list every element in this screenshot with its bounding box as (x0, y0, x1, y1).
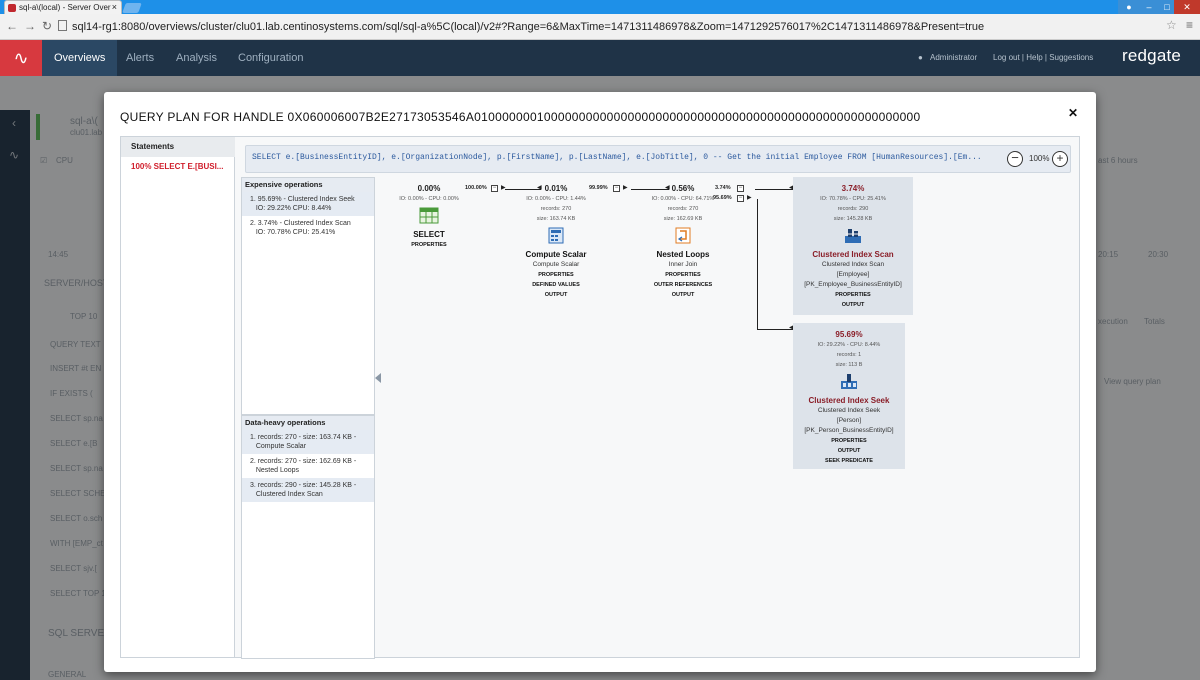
properties-link[interactable]: PROPERTIES (511, 270, 601, 280)
modal-content: Statements 100% SELECT E.[BUSI... SELECT… (120, 136, 1080, 659)
close-window-button[interactable]: ✕ (1174, 0, 1200, 14)
url-field[interactable]: sql14-rg1:8080/overviews/cluster/clu01.l… (58, 18, 1158, 36)
defined-values-link[interactable]: DEFINED VALUES (511, 280, 601, 290)
query-text: SELECT e.[BusinessEntityID], e.[Organiza… (252, 153, 982, 162)
plan-node-clustered-index-seek[interactable]: 95.69% IO: 29.22% - CPU: 8.44% records: … (793, 323, 905, 469)
page-icon (58, 20, 67, 31)
statements-header: Statements (121, 137, 235, 157)
plan-node-select[interactable]: 0.00% IO: 0.00% - CPU: 0.00% SELECT PROP… (389, 183, 469, 250)
index-seek-icon (841, 374, 857, 389)
nav-overviews[interactable]: Overviews (42, 40, 118, 76)
back-icon[interactable]: ← (6, 19, 18, 33)
expensive-op-item[interactable]: 1. 95.69% - Clustered Index Seek IO: 29.… (242, 192, 374, 216)
statements-column: Statements 100% SELECT E.[BUSI... (121, 137, 235, 657)
connector-line (757, 329, 793, 330)
bookmark-star-icon[interactable]: ☆ (1166, 18, 1177, 32)
tab-title: sql-a\(local) - Server Over (19, 3, 111, 12)
address-bar: ← → ↻ sql14-rg1:8080/overviews/cluster/c… (0, 14, 1200, 40)
modal-title: QUERY PLAN FOR HANDLE 0X060006007B2E2717… (120, 110, 921, 124)
zoom-level: 100% (1029, 154, 1050, 163)
expensive-header: Expensive operations (242, 178, 374, 192)
query-bar: SELECT e.[BusinessEntityID], e.[Organiza… (245, 145, 1071, 173)
pulse-logo-icon[interactable]: ∿ (0, 40, 42, 76)
output-link[interactable]: OUTPUT (511, 290, 601, 300)
properties-link[interactable]: PROPERTIES (389, 240, 469, 250)
nav-configuration[interactable]: Configuration (226, 40, 315, 76)
properties-link[interactable]: PROPERTIES (793, 290, 913, 300)
expand-icon[interactable]: − (737, 185, 744, 192)
output-link[interactable]: OUTPUT (793, 300, 913, 310)
header-links[interactable]: Log out | Help | Suggestions (993, 40, 1093, 76)
result-grid-icon (419, 207, 439, 224)
expensive-operations-panel: Expensive operations 1. 95.69% - Cluster… (241, 177, 375, 415)
calculator-icon (548, 227, 564, 244)
zoom-out-button[interactable]: − (1007, 151, 1023, 167)
plan-area: SELECT e.[BusinessEntityID], e.[Organiza… (235, 137, 1079, 659)
browser-menu-icon[interactable]: ≡ (1186, 18, 1193, 32)
data-heavy-op-item[interactable]: 3. records: 290 - size: 145.28 KB - Clus… (242, 478, 374, 502)
expensive-op-item[interactable]: 2. 3.74% - Clustered Index Scan IO: 70.7… (242, 216, 374, 240)
data-heavy-header: Data-heavy operations (242, 416, 374, 430)
data-heavy-op-item[interactable]: 2. records: 270 - size: 162.69 KB - Nest… (242, 454, 374, 478)
data-heavy-op-item[interactable]: 1. records: 270 - size: 163.74 KB - Comp… (242, 430, 374, 454)
properties-link[interactable]: PROPERTIES (793, 436, 905, 446)
data-heavy-operations-panel: Data-heavy operations 1. records: 270 - … (241, 415, 375, 659)
nav-alerts[interactable]: Alerts (114, 40, 166, 76)
properties-link[interactable]: PROPERTIES (637, 270, 729, 280)
arrow-icon: ▶ (623, 185, 628, 191)
index-scan-icon (845, 229, 861, 243)
user-avatar-icon: ● (918, 53, 923, 62)
browser-tab[interactable]: sql-a\(local) - Server Over × (4, 0, 122, 14)
expand-icon[interactable]: − (491, 185, 498, 192)
expand-icon[interactable]: − (737, 195, 744, 202)
expand-icon[interactable]: − (613, 185, 620, 192)
brand-logo: redgate (1122, 46, 1182, 65)
reload-icon[interactable]: ↻ (42, 19, 52, 33)
outer-references-link[interactable]: OUTER REFERENCES (637, 280, 729, 290)
modal-close-icon[interactable]: ✕ (1068, 106, 1078, 120)
arrow-icon: ▶ (747, 195, 752, 201)
plan-node-clustered-index-scan[interactable]: 3.74% IO: 70.78% - CPU: 25.41% records: … (793, 177, 913, 315)
user-icon[interactable]: ● (1118, 0, 1140, 14)
query-plan-modal: QUERY PLAN FOR HANDLE 0X060006007B2E2717… (104, 92, 1096, 672)
nested-loops-icon (675, 227, 691, 244)
forward-icon[interactable]: → (24, 19, 36, 33)
user-name[interactable]: Administrator (930, 40, 977, 76)
arrow-icon: ▶ (501, 185, 506, 191)
output-link[interactable]: OUTPUT (793, 446, 905, 456)
browser-titlebar: sql-a\(local) - Server Over × ● – □ ✕ (0, 0, 1200, 14)
zoom-in-button[interactable]: + (1052, 151, 1068, 167)
seek-predicate-link[interactable]: SEEK PREDICATE (793, 456, 905, 466)
statement-item[interactable]: 100% SELECT E.[BUSI... (121, 157, 235, 177)
tab-close-icon[interactable]: × (112, 1, 117, 14)
nav-analysis[interactable]: Analysis (164, 40, 229, 76)
plan-node-compute-scalar[interactable]: 0.01% IO: 0.00% - CPU: 1.44% records: 27… (511, 183, 601, 300)
plan-node-nested-loops[interactable]: 0.56% IO: 0.00% - CPU: 64.71% records: 2… (637, 183, 729, 300)
plan-diagram: 100.00% − ▶ ◀ 99.99% − ▶ ◀ 3.74% − ◀ 95.… (381, 177, 1075, 657)
app-nav-bar: ∿ Overviews Alerts Analysis Configuratio… (0, 40, 1200, 76)
new-tab-button[interactable] (122, 3, 142, 13)
output-link[interactable]: OUTPUT (637, 290, 729, 300)
connector-line (757, 199, 758, 329)
favicon-icon (8, 4, 16, 12)
